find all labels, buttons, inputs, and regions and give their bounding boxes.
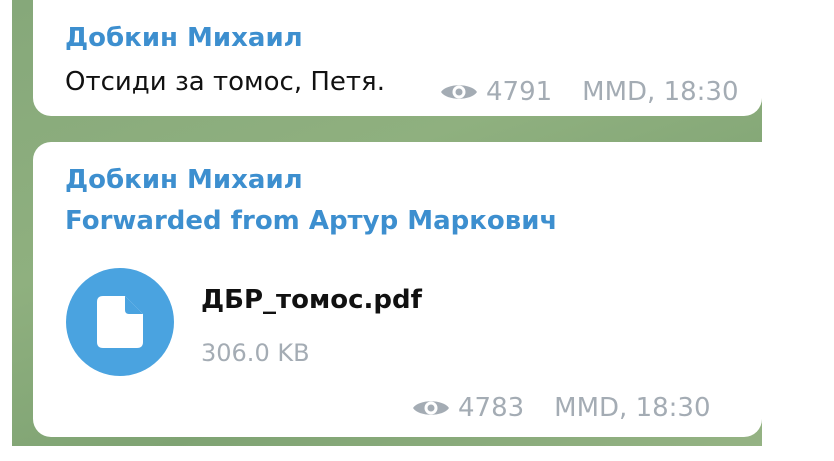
sender-name[interactable]: Добкин Михаил — [65, 164, 303, 196]
view-count: 4791 — [486, 77, 553, 107]
eye-icon — [413, 401, 449, 415]
eye-icon — [441, 85, 477, 99]
message-bubble[interactable]: Добкин Михаил Forwarded from Артур Марко… — [33, 142, 762, 437]
sender-name[interactable]: Добкин Михаил — [65, 22, 303, 54]
file-name[interactable]: ДБР_томос.pdf — [201, 284, 422, 316]
message-text: Отсиди за томос, Петя. — [65, 67, 385, 97]
timestamp: MMD, 18:30 — [582, 77, 739, 107]
message-meta: 4783 MMD, 18:30 — [412, 392, 711, 424]
view-count: 4783 — [458, 393, 525, 423]
file-size: 306.0 KB — [201, 339, 310, 367]
timestamp: MMD, 18:30 — [554, 393, 711, 423]
file-download-button[interactable] — [66, 268, 174, 376]
message-meta: 4791 MMD, 18:30 — [440, 76, 739, 108]
document-icon — [97, 296, 143, 348]
message-bubble[interactable]: Добкин Михаил Отсиди за томос, Петя. 479… — [33, 0, 762, 116]
forwarded-from-label[interactable]: Forwarded from Артур Маркович — [65, 205, 557, 237]
